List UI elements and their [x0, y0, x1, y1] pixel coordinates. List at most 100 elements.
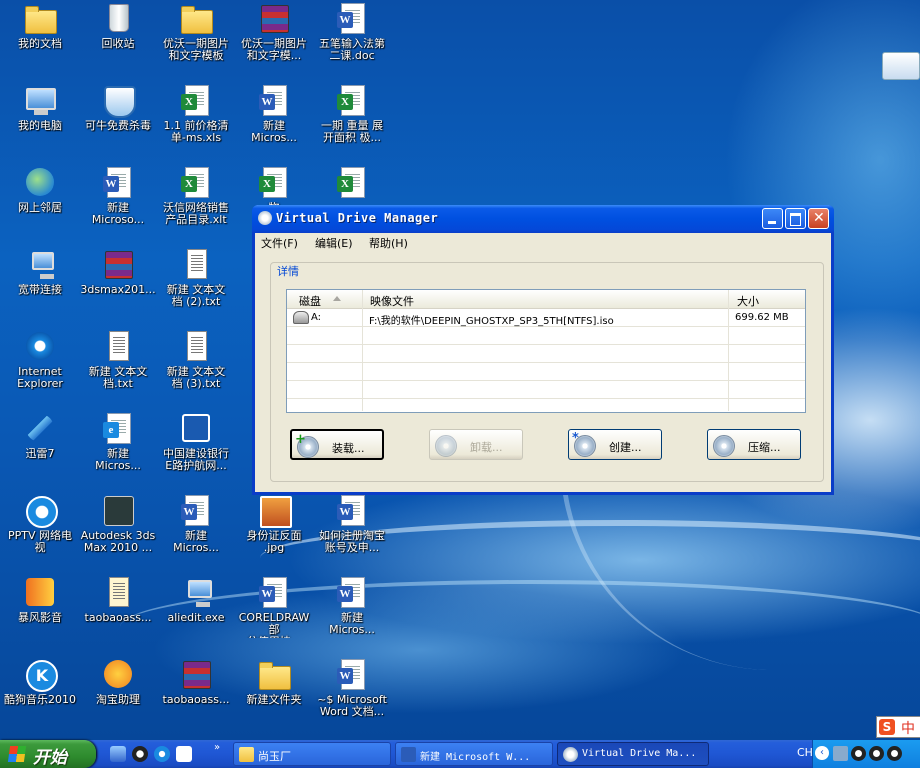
- desktop-icon[interactable]: K 酷狗音乐2010: [0, 658, 80, 738]
- taskbar-item-folder[interactable]: 尚玉厂: [233, 742, 391, 766]
- menu-help[interactable]: 帮助(H): [369, 235, 408, 251]
- cell-disk: A:: [311, 312, 322, 323]
- pptv-icon: [24, 494, 58, 528]
- taskbar-item-word[interactable]: 新建 Microsoft W...: [395, 742, 553, 766]
- desktop-icon[interactable]: 宽带连接: [0, 248, 80, 328]
- title-bar[interactable]: Virtual Drive Manager ✕: [252, 205, 834, 233]
- desktop-icon[interactable]: 网上邻居: [0, 166, 80, 246]
- desktop-icon[interactable]: 中国建设银行 E路护航网...: [156, 412, 236, 492]
- row-line: [287, 380, 805, 381]
- cell-size: 699.62 MB: [735, 312, 789, 323]
- ime-toolbar[interactable]: S 中: [876, 716, 920, 738]
- qq-tray-icon[interactable]: [851, 746, 866, 761]
- mount-button[interactable]: + 装载...: [290, 429, 384, 460]
- folder-icon: [24, 2, 57, 34]
- desktop-icon[interactable]: W 新建 Micros...: [156, 494, 236, 574]
- word-document-icon: W: [180, 494, 212, 526]
- desktop-icon[interactable]: taobaoass...: [78, 576, 158, 656]
- folder-icon: [258, 658, 291, 690]
- ie-quicklaunch-icon[interactable]: [154, 746, 170, 762]
- broadband-connection-icon: [24, 248, 56, 280]
- start-button[interactable]: 开始: [0, 740, 96, 768]
- table-row[interactable]: A: F:\我的软件\DEEPIN_GHOSTXP_SP3_5TH[NTFS].…: [287, 309, 805, 327]
- maximize-icon: [790, 213, 801, 226]
- desktop-icon[interactable]: W 新建 Microso...: [78, 166, 158, 246]
- folder-icon: [180, 2, 213, 34]
- details-group-title: 详情: [275, 263, 301, 279]
- column-header-image-file[interactable]: 映像文件: [370, 293, 414, 309]
- desktop-icon[interactable]: 暴风影音: [0, 576, 80, 656]
- desktop-icon[interactable]: WCORELDRAW部 分使用技...: [234, 576, 314, 656]
- tray-expand-icon[interactable]: ‹: [815, 746, 829, 760]
- show-desktop-icon[interactable]: [110, 746, 126, 762]
- create-button[interactable]: * 创建...: [568, 429, 662, 460]
- desktop-icon[interactable]: W 如何注册淘宝 账号及申...: [312, 494, 392, 574]
- desktop-icon[interactable]: e 新建 Micros...: [78, 412, 158, 492]
- menu-edit[interactable]: 编辑(E): [315, 235, 353, 251]
- desktop-icon[interactable]: 迅雷7: [0, 412, 80, 492]
- rar-archive-icon: [180, 658, 212, 690]
- qq-tray-icon[interactable]: [869, 746, 884, 761]
- quicklaunch-overflow-icon[interactable]: »: [214, 742, 220, 753]
- compress-button[interactable]: 压缩...: [707, 429, 801, 460]
- word-document-icon: W: [336, 2, 368, 34]
- column-header-size[interactable]: 大小: [737, 293, 759, 309]
- desktop-icon[interactable]: W ~$ Microsoft Word 文档...: [312, 658, 392, 738]
- desktop-icon[interactable]: 优沃一期图片 和文字模...: [234, 2, 314, 82]
- desktop-icon[interactable]: Internet Explorer: [0, 330, 80, 410]
- desktop-icon[interactable]: 我的文档: [0, 2, 80, 82]
- word-document-icon: W: [336, 494, 368, 526]
- desktop-icon[interactable]: 身份证反面 .jpg: [234, 494, 314, 574]
- top-right-widget-icon[interactable]: [882, 52, 920, 80]
- desktop-icon[interactable]: Autodesk 3ds Max 2010 ...: [78, 494, 158, 574]
- minimize-button[interactable]: [762, 208, 783, 229]
- maximize-button[interactable]: [785, 208, 806, 229]
- virtual-drive-icon: [293, 311, 309, 324]
- internet-explorer-icon: [24, 330, 56, 362]
- desktop-icon[interactable]: X 一期 重量 展 开面积 极...: [312, 84, 392, 164]
- desktop-icon[interactable]: 我的电脑: [0, 84, 80, 164]
- close-button[interactable]: ✕: [808, 208, 829, 229]
- menu-file[interactable]: 文件(F): [261, 235, 298, 251]
- desktop-icon[interactable]: 优沃一期图片 和文字模板: [156, 2, 236, 82]
- excel-document-icon: X: [180, 166, 212, 198]
- desktop-icon[interactable]: 新建 文本文 档.txt: [78, 330, 158, 410]
- qq-tray-icon[interactable]: [887, 746, 902, 761]
- desktop-icon[interactable]: 淘宝助理: [78, 658, 158, 738]
- desktop-icon[interactable]: 回收站: [78, 2, 158, 82]
- desktop-icon[interactable]: W 新建 Micros...: [234, 84, 314, 164]
- xunlei-bird-icon: [24, 412, 56, 444]
- baidu-icon[interactable]: [176, 746, 192, 762]
- desktop-icon[interactable]: X 1.1 前价格清 单-ms.xls: [156, 84, 236, 164]
- qq-icon[interactable]: [132, 746, 148, 762]
- desktop-icon[interactable]: 新建文件夹: [234, 658, 314, 738]
- word-task-icon: [401, 747, 416, 762]
- word-document-icon: e: [102, 412, 134, 444]
- desktop-icon[interactable]: 新建 文本文 档 (3).txt: [156, 330, 236, 410]
- desktop-icon[interactable]: 可牛免费杀毒: [78, 84, 158, 164]
- baofeng-player-icon: [24, 576, 56, 608]
- excel-document-icon: X: [336, 84, 368, 116]
- text-file-icon: [180, 330, 212, 362]
- aliedit-exe-icon: [180, 576, 212, 608]
- desktop-icon[interactable]: PPTV 网络电 视: [0, 494, 80, 574]
- unmount-button[interactable]: 卸载...: [429, 429, 523, 460]
- desktop-icon[interactable]: 3dsmax201...: [78, 248, 158, 328]
- jpg-image-icon: [258, 494, 292, 528]
- column-header-disk[interactable]: 磁盘: [299, 293, 321, 309]
- excel-document-icon: X: [180, 84, 212, 116]
- taobao-helper-icon: [102, 658, 134, 690]
- language-indicator[interactable]: CH: [797, 746, 813, 759]
- drive-list[interactable]: 磁盘 映像文件 大小 A: F:\我的软件\DEEPIN_GHOSTXP_SP3…: [286, 289, 806, 413]
- network-tray-icon[interactable]: [833, 746, 848, 761]
- desktop-icon[interactable]: 新建 文本文 档 (2).txt: [156, 248, 236, 328]
- desktop-icon[interactable]: W 五笔输入法第 二课.doc: [312, 2, 392, 82]
- taskbar-item-virtual-drive[interactable]: Virtual Drive Ma...: [557, 742, 709, 766]
- system-tray: ‹: [812, 740, 920, 768]
- desktop-icon[interactable]: W 新建 Micros...: [312, 576, 392, 656]
- desktop-icon[interactable]: aliedit.exe: [156, 576, 236, 656]
- word-document-icon: W: [258, 576, 290, 608]
- desktop-icon[interactable]: taobaoass...: [156, 658, 236, 738]
- text-file-icon: [102, 330, 134, 362]
- desktop-icon[interactable]: X 沃信网络销售 产品目录.xlt: [156, 166, 236, 246]
